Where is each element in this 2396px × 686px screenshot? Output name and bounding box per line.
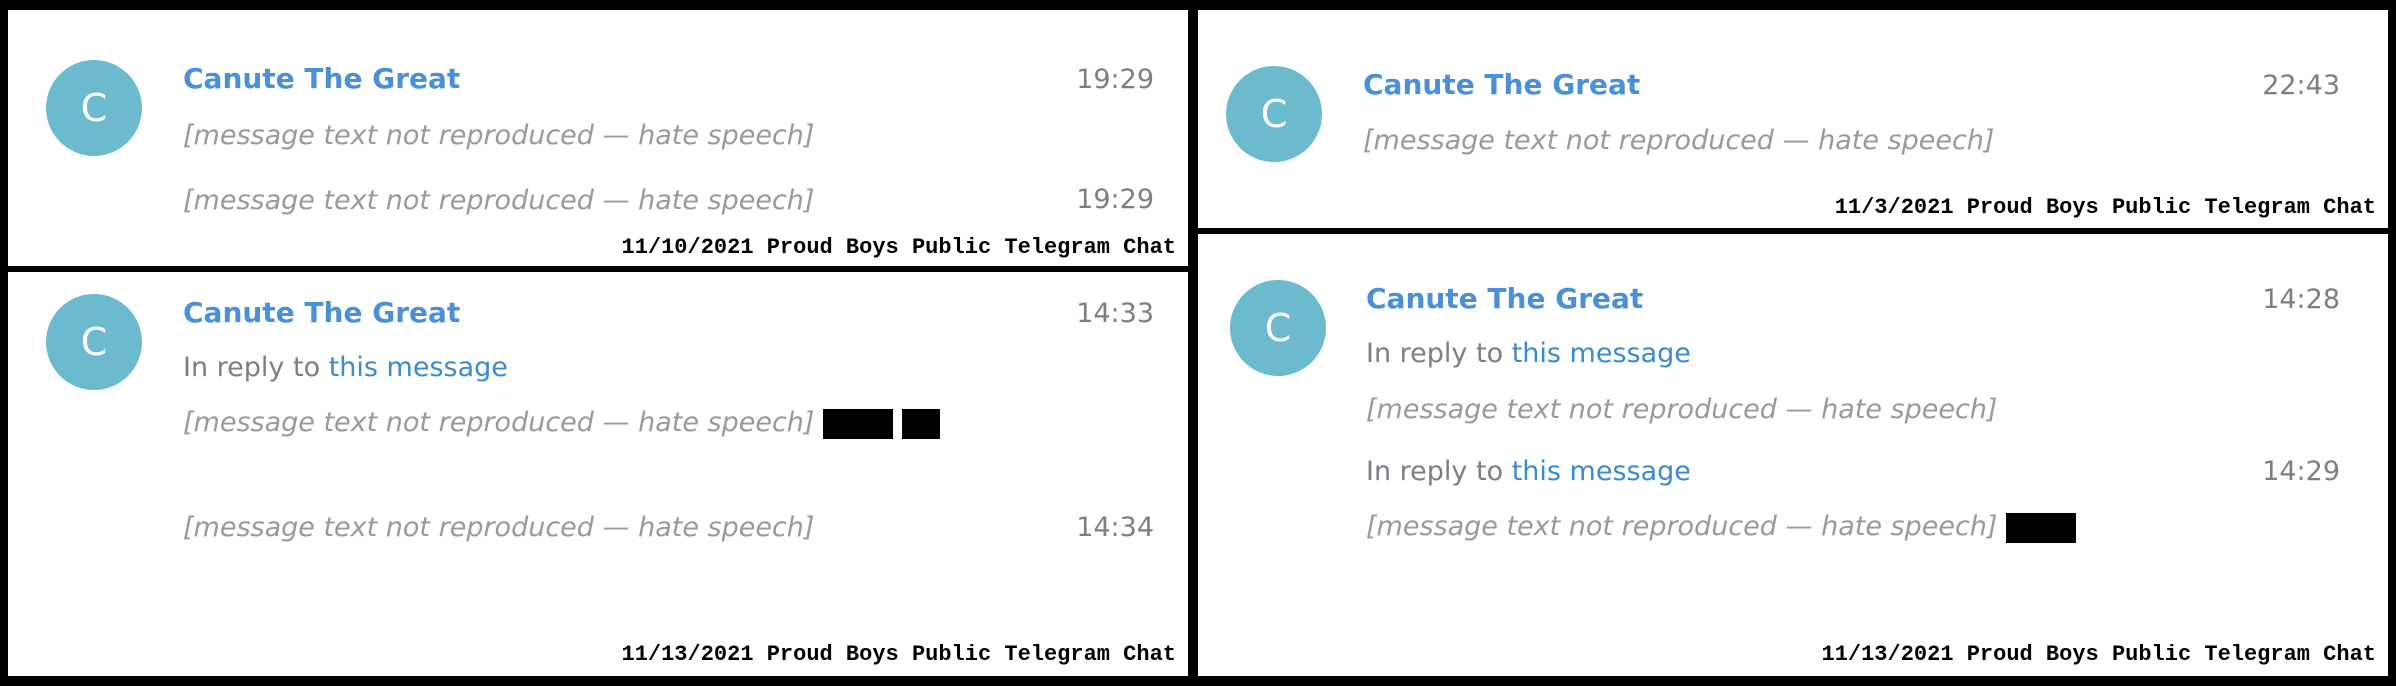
chat-panel-4: C Canute The Great 14:28 In reply to thi… — [1198, 234, 2388, 676]
timestamp: 14:33 — [1076, 298, 1154, 329]
reply-reference: In reply to this message — [1366, 338, 1691, 369]
message-text: [message text not reproduced — hate spee… — [183, 185, 815, 216]
timestamp: 19:29 — [1076, 184, 1154, 215]
message-text: [message text not reproduced — hate spee… — [183, 402, 940, 443]
username[interactable]: Canute The Great — [1366, 282, 1643, 315]
avatar: C — [46, 60, 142, 156]
redaction-box — [901, 408, 940, 439]
message-text: [message text not reproduced — hate spee… — [1366, 394, 1998, 425]
source-caption: 11/13/2021 Proud Boys Public Telegram Ch… — [621, 642, 1177, 667]
chat-panel-3: C Canute The Great 22:43 [message text n… — [1198, 10, 2388, 228]
username[interactable]: Canute The Great — [1363, 68, 1640, 101]
message-text: [message text not reproduced — hate spee… — [1366, 506, 2077, 547]
username[interactable]: Canute The Great — [183, 62, 460, 95]
message-text: [message text not reproduced — hate spee… — [183, 120, 815, 151]
reply-reference: In reply to this message — [1366, 456, 1691, 487]
timestamp: 14:28 — [2262, 284, 2340, 315]
source-caption: 11/13/2021 Proud Boys Public Telegram Ch… — [1821, 642, 2377, 667]
message-text: [message text not reproduced — hate spee… — [183, 512, 815, 543]
timestamp: 14:34 — [1076, 512, 1154, 543]
avatar: C — [1230, 280, 1326, 376]
reply-link[interactable]: this message — [329, 352, 508, 383]
source-caption: 11/3/2021 Proud Boys Public Telegram Cha… — [1834, 195, 2376, 220]
username[interactable]: Canute The Great — [183, 296, 460, 329]
timestamp: 22:43 — [2262, 70, 2340, 101]
message-text: [message text not reproduced — hate spee… — [1363, 125, 1995, 156]
reply-reference: In reply to this message — [183, 352, 508, 383]
chat-panel-1: C Canute The Great 19:29 [message text n… — [8, 10, 1188, 266]
timestamp: 19:29 — [1076, 64, 1154, 95]
chat-panel-2: C Canute The Great 14:33 In reply to thi… — [8, 272, 1188, 676]
timestamp: 14:29 — [2262, 456, 2340, 487]
avatar: C — [1226, 66, 1322, 162]
redaction-box — [2006, 512, 2077, 543]
redaction-box — [823, 408, 894, 439]
reply-link[interactable]: this message — [1512, 338, 1691, 369]
avatar: C — [46, 294, 142, 390]
reply-link[interactable]: this message — [1512, 456, 1691, 487]
source-caption: 11/10/2021 Proud Boys Public Telegram Ch… — [621, 235, 1177, 260]
